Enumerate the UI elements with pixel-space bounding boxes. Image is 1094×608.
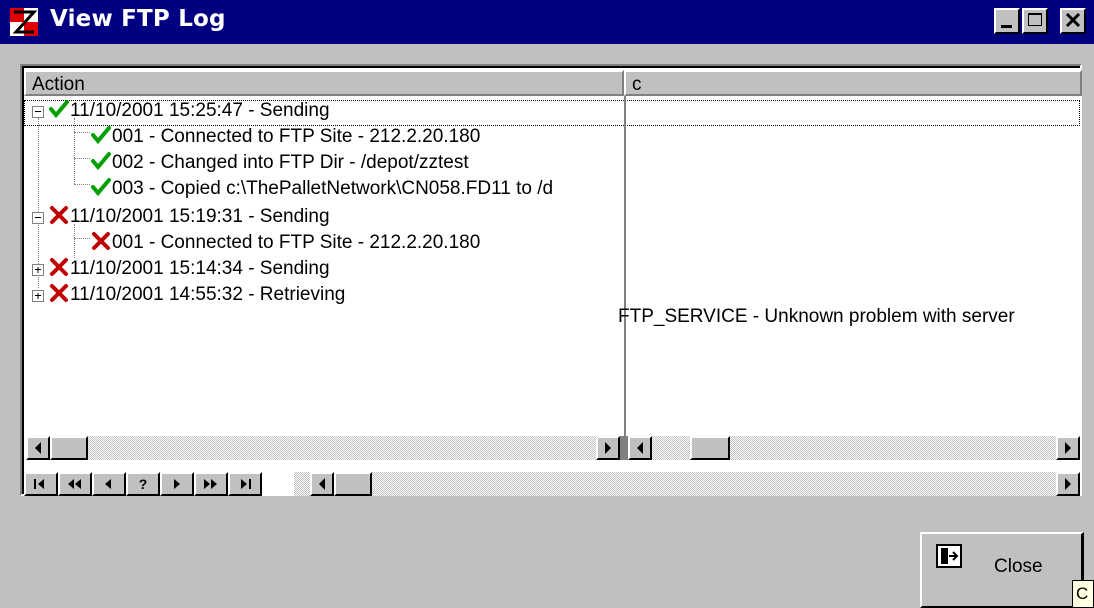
log-detail-text: FTP_SERVICE - Unknown problem with serve…	[618, 306, 1015, 327]
nav-prior-page-button[interactable]	[58, 472, 92, 496]
scroll-right-button[interactable]	[1056, 472, 1080, 496]
collapse-toggle[interactable]	[32, 212, 44, 224]
checkmark-icon	[49, 100, 69, 119]
tooltip: C	[1072, 580, 1094, 608]
expand-toggle[interactable]	[32, 290, 44, 302]
nav-first-button[interactable]	[24, 472, 58, 496]
nav-query-label: ?	[138, 476, 148, 492]
column-header-c[interactable]: c	[624, 70, 1082, 96]
arrow-left-icon	[637, 442, 643, 454]
close-window-button[interactable]	[1060, 8, 1086, 34]
log-entry[interactable]: 11/10/2001 14:55:32 - Retrieving	[48, 282, 345, 308]
navigator-scrollbar[interactable]	[294, 472, 1080, 496]
log-step-text: 003 - Copied c:\ThePalletNetwork\CN058.F…	[112, 178, 554, 199]
next-record-icon	[174, 479, 180, 489]
next-page-icon	[204, 479, 217, 489]
cross-icon	[92, 232, 110, 250]
prior-record-icon	[105, 479, 111, 489]
close-button-label: Close	[994, 556, 1043, 577]
scroll-thumb[interactable]	[50, 436, 88, 460]
minimize-icon	[1001, 25, 1012, 28]
log-list[interactable]: Action c 11/10/2001 15:25:47 - Sending 0…	[20, 64, 1082, 496]
cross-icon	[50, 206, 68, 224]
tree-line	[74, 184, 90, 185]
nav-query-button[interactable]: ?	[126, 472, 160, 496]
scroll-right-button[interactable]	[596, 436, 620, 460]
tree-line	[74, 238, 90, 239]
scroll-right-button[interactable]	[1056, 436, 1080, 460]
window-title: View FTP Log	[50, 6, 226, 32]
log-entry-text: 11/10/2001 15:14:34 - Sending	[70, 258, 330, 279]
scrollbar-gap	[620, 436, 628, 460]
log-step[interactable]: 002 - Changed into FTP Dir - /depot/zzte…	[90, 150, 469, 176]
minimize-button[interactable]	[994, 8, 1020, 34]
log-entry[interactable]: 11/10/2001 15:25:47 - Sending	[48, 98, 330, 124]
scroll-left-button[interactable]	[628, 436, 652, 460]
column-header-action[interactable]: Action	[24, 70, 624, 96]
expand-toggle[interactable]	[32, 264, 44, 276]
nav-prior-button[interactable]	[92, 472, 126, 496]
exit-door-icon	[936, 544, 962, 568]
tree-line	[38, 118, 39, 288]
plus-icon	[35, 293, 41, 299]
plus-icon	[35, 267, 41, 273]
title-bar[interactable]: View FTP Log	[0, 0, 1094, 44]
arrow-right-icon	[605, 442, 611, 454]
maximize-icon	[1028, 13, 1042, 26]
checkmark-icon	[91, 152, 111, 171]
log-step-text: 001 - Connected to FTP Site - 212.2.20.1…	[112, 126, 481, 147]
arrow-right-icon	[1065, 478, 1071, 490]
close-button[interactable]: Close	[920, 532, 1084, 608]
close-icon	[1065, 12, 1081, 28]
first-record-icon	[34, 479, 44, 489]
arrow-left-icon	[35, 442, 41, 454]
minus-icon	[35, 111, 41, 112]
nav-next-button[interactable]	[160, 472, 194, 496]
log-entry[interactable]: 11/10/2001 15:14:34 - Sending	[48, 256, 330, 282]
last-record-icon	[241, 479, 251, 489]
scroll-left-button[interactable]	[310, 472, 334, 496]
log-step-text: 001 - Connected to FTP Site - 212.2.20.1…	[112, 232, 481, 253]
cross-icon	[50, 284, 68, 302]
maximize-button[interactable]	[1022, 8, 1048, 34]
log-entry-text: 11/10/2001 15:25:47 - Sending	[70, 100, 330, 121]
detail-column-scrollbar[interactable]	[628, 436, 1080, 460]
log-tree[interactable]: 11/10/2001 15:25:47 - Sending 001 - Conn…	[24, 98, 624, 436]
arrow-left-icon	[319, 478, 325, 490]
log-entry[interactable]: 11/10/2001 15:19:31 - Sending	[48, 204, 330, 230]
log-step[interactable]: 001 - Connected to FTP Site - 212.2.20.1…	[90, 230, 480, 256]
nav-next-page-button[interactable]	[194, 472, 228, 496]
tree-line	[74, 158, 90, 159]
log-step[interactable]: 001 - Connected to FTP Site - 212.2.20.1…	[90, 124, 480, 150]
log-step[interactable]: 003 - Copied c:\ThePalletNetwork\CN058.F…	[90, 176, 624, 202]
tree-line	[74, 132, 90, 133]
app-logo-icon	[8, 6, 40, 38]
checkmark-icon	[91, 126, 111, 145]
log-step-text: 002 - Changed into FTP Dir - /depot/zzte…	[112, 152, 469, 173]
nav-last-button[interactable]	[228, 472, 262, 496]
log-entry-text: 11/10/2001 14:55:32 - Retrieving	[70, 284, 346, 305]
scroll-thumb[interactable]	[334, 472, 372, 496]
log-entry-text: 11/10/2001 15:19:31 - Sending	[70, 206, 330, 227]
scroll-left-button[interactable]	[26, 436, 50, 460]
cross-icon	[50, 258, 68, 276]
prior-page-icon	[68, 479, 81, 489]
scroll-thumb[interactable]	[690, 436, 730, 460]
column-divider[interactable]	[624, 96, 626, 436]
tree-line	[74, 118, 75, 184]
collapse-toggle[interactable]	[32, 106, 44, 118]
arrow-right-icon	[1065, 442, 1071, 454]
checkmark-icon	[91, 178, 111, 197]
minus-icon	[35, 217, 41, 218]
action-column-scrollbar[interactable]	[26, 436, 620, 460]
